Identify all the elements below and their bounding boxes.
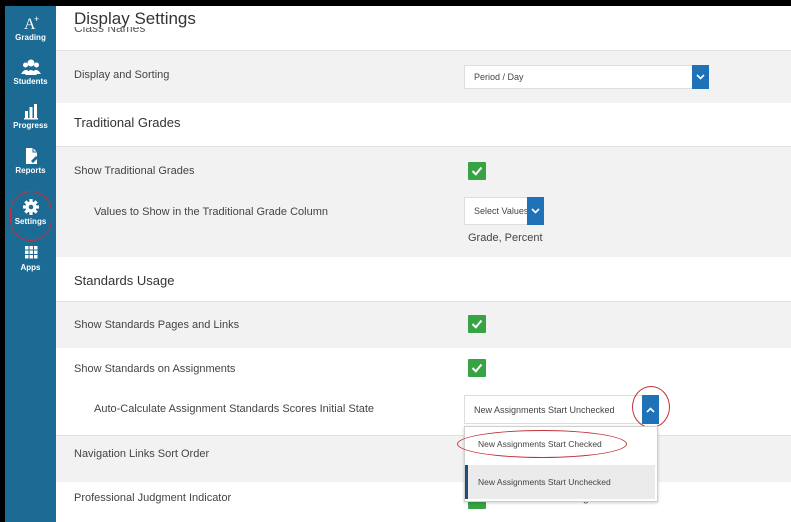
professional-judgment-label: Professional Judgment Indicator [74,492,232,504]
section-heading-standards-usage: Standards Usage [74,273,175,288]
sidebar-item-label: Progress [13,121,48,130]
show-standards-pages-label: Show Standards Pages and Links [74,319,240,331]
auto-calc-dropdown-menu: New Assignments Start Checked New Assign… [464,426,658,502]
sidebar-item-label: Students [13,77,48,86]
auto-calc-value: New Assignments Start Unchecked [474,404,615,415]
progress-icon [5,102,56,120]
sidebar-item-grading[interactable]: A + Grading [5,14,56,54]
chevron-up-icon[interactable] [642,395,659,424]
sidebar-item-label: Reports [15,166,46,175]
reports-icon [5,147,56,165]
apps-grid-icon [5,244,56,262]
values-to-show-placeholder: Select Values [474,206,529,216]
values-to-show-label: Values to Show in the Traditional Grade … [94,206,328,218]
grading-icon: A + [5,14,56,33]
sidebar-item-label: Grading [15,33,46,42]
show-traditional-grades-label: Show Traditional Grades [74,165,195,177]
sidebar-item-students[interactable]: Students [5,58,56,98]
sidebar-item-progress[interactable]: Progress [5,102,56,142]
auto-calc-label: Auto-Calculate Assignment Standards Scor… [94,403,375,415]
nav-links-sort-label: Navigation Links Sort Order [74,448,210,460]
show-standards-pages-checkbox[interactable] [468,315,486,333]
auto-calc-select[interactable]: New Assignments Start Unchecked [464,395,659,424]
students-icon [5,58,56,76]
chevron-down-icon[interactable] [692,65,709,89]
show-traditional-grades-checkbox[interactable] [468,162,486,180]
show-standards-assignments-checkbox[interactable] [468,359,486,377]
show-standards-assignments-label: Show Standards on Assignments [74,363,236,375]
app-window: A + Grading Students Progress Reports Se… [5,6,791,522]
traditional-grades-block [56,146,791,257]
chevron-down-icon[interactable] [527,197,544,225]
sidebar-item-label: Apps [20,263,41,272]
settings-annotation-circle [10,191,52,241]
dropdown-option-start-checked[interactable]: New Assignments Start Checked [465,427,655,461]
checkmark-icon [471,166,483,176]
checkmark-icon [471,319,483,329]
values-to-show-select[interactable]: Select Values [464,197,544,225]
settings-panel: Class Names Display Settings Display and… [56,6,791,522]
sidebar: A + Grading Students Progress Reports Se… [5,6,56,522]
page-title: Display Settings [74,9,196,28]
svg-text:+: + [34,14,39,24]
display-sorting-label: Display and Sorting [74,69,170,81]
display-sorting-value: Period / Day [474,72,524,82]
sidebar-item-apps[interactable]: Apps [5,244,56,284]
checkmark-icon [471,363,483,373]
dropdown-option-start-unchecked[interactable]: New Assignments Start Unchecked [465,465,655,499]
sidebar-item-reports[interactable]: Reports [5,147,56,187]
display-sorting-select[interactable]: Period / Day [464,65,709,89]
section-heading-traditional-grades: Traditional Grades [74,115,181,130]
values-to-show-summary: Grade, Percent [468,232,543,244]
